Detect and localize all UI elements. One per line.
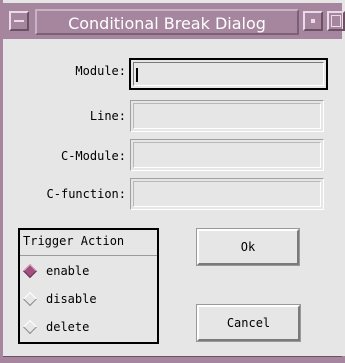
c-module-label: C-Module: <box>60 149 126 163</box>
line-field[interactable] <box>130 100 324 132</box>
line-input[interactable] <box>133 103 321 129</box>
cancel-button[interactable]: Cancel <box>196 304 301 342</box>
c-module-field[interactable] <box>130 139 324 171</box>
window-menu-icon[interactable] <box>9 11 29 31</box>
c-module-input[interactable] <box>133 142 321 168</box>
radio-selected-icon[interactable] <box>22 263 38 279</box>
window-frame-bottom-edge <box>3 356 342 357</box>
trigger-action-title: Trigger Action <box>20 230 157 256</box>
title-bar[interactable]: Conditional Break Dialog <box>3 3 345 39</box>
maximize-icon[interactable] <box>327 11 345 31</box>
trigger-action-group: Trigger Action enable disable delete <box>18 228 159 344</box>
module-label: Module: <box>75 64 126 78</box>
conditional-break-dialog: Conditional Break Dialog Module: Line: C… <box>0 0 345 363</box>
radio-delete-label[interactable]: delete <box>46 318 89 336</box>
radio-enable[interactable]: enable <box>22 262 154 282</box>
text-cursor <box>136 68 138 82</box>
c-function-field[interactable] <box>130 178 324 210</box>
radio-disable-label[interactable]: disable <box>46 290 97 308</box>
line-label: Line: <box>89 109 126 123</box>
radio-enable-label[interactable]: enable <box>46 262 89 280</box>
radio-unselected-icon[interactable] <box>22 291 38 307</box>
window-frame-bottom <box>0 356 345 363</box>
module-input[interactable] <box>133 62 324 86</box>
window-title[interactable]: Conditional Break Dialog <box>35 9 299 35</box>
minimize-icon[interactable] <box>303 11 323 31</box>
c-function-label: C-function: <box>46 187 126 201</box>
radio-delete[interactable]: delete <box>22 318 154 338</box>
ok-button[interactable]: Ok <box>196 228 300 266</box>
module-field[interactable] <box>129 58 328 90</box>
radio-unselected-icon[interactable] <box>22 319 38 335</box>
window-frame-left <box>0 0 3 363</box>
c-function-input[interactable] <box>133 181 321 207</box>
radio-disable[interactable]: disable <box>22 290 154 310</box>
